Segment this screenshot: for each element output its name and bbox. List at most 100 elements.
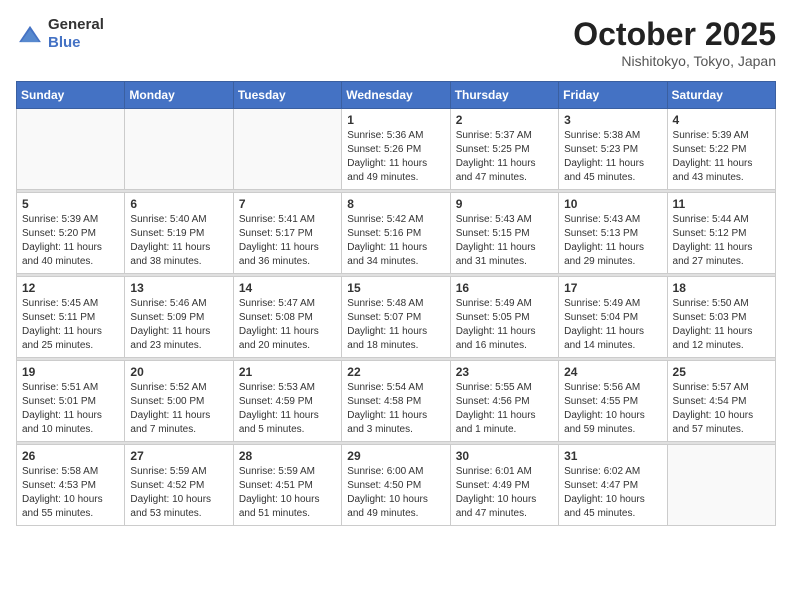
day-info: Sunrise: 5:51 AM Sunset: 5:01 PM Dayligh… (22, 381, 119, 437)
day-info: Sunrise: 5:38 AM Sunset: 5:23 PM Dayligh… (564, 129, 661, 185)
day-number: 16 (456, 281, 553, 295)
calendar: SundayMondayTuesdayWednesdayThursdayFrid… (16, 81, 776, 526)
calendar-cell: 4 Sunrise: 5:39 AM Sunset: 5:22 PM Daylig… (667, 109, 775, 190)
day-info: Sunrise: 5:39 AM Sunset: 5:20 PM Dayligh… (22, 213, 119, 269)
calendar-cell: 30 Sunrise: 6:01 AM Sunset: 4:49 PM Dayli… (450, 445, 558, 526)
day-number: 12 (22, 281, 119, 295)
day-info: Sunrise: 5:50 AM Sunset: 5:03 PM Dayligh… (673, 297, 770, 353)
day-info: Sunrise: 5:57 AM Sunset: 4:54 PM Dayligh… (673, 381, 770, 437)
day-number: 7 (239, 197, 336, 211)
day-info: Sunrise: 5:53 AM Sunset: 4:59 PM Dayligh… (239, 381, 336, 437)
calendar-week-row: 12Sunrise: 5:45 AM Sunset: 5:11 PM Dayli… (17, 277, 776, 358)
logo-text: General Blue (48, 16, 104, 52)
day-info: Sunrise: 5:49 AM Sunset: 5:05 PM Dayligh… (456, 297, 553, 353)
day-info: Sunrise: 5:37 AM Sunset: 5:25 PM Dayligh… (456, 129, 553, 185)
calendar-cell: 6 Sunrise: 5:40 AM Sunset: 5:19 PM Daylig… (125, 193, 233, 274)
calendar-cell: 1 Sunrise: 5:36 AM Sunset: 5:26 PM Daylig… (342, 109, 450, 190)
title-block: October 2025 Nishitokyo, Tokyo, Japan (573, 16, 776, 69)
calendar-cell: 27 Sunrise: 5:59 AM Sunset: 4:52 PM Dayli… (125, 445, 233, 526)
day-info: Sunrise: 5:49 AM Sunset: 5:04 PM Dayligh… (564, 297, 661, 353)
day-number: 30 (456, 449, 553, 463)
calendar-cell: 8 Sunrise: 5:42 AM Sunset: 5:16 PM Daylig… (342, 193, 450, 274)
calendar-cell: 11 Sunrise: 5:44 AM Sunset: 5:12 PM Dayli… (667, 193, 775, 274)
calendar-cell: 2 Sunrise: 5:37 AM Sunset: 5:25 PM Daylig… (450, 109, 558, 190)
calendar-cell: 29Sunrise: 6:00 AM Sunset: 4:50 PM Dayli… (342, 445, 450, 526)
day-number: 18 (673, 281, 770, 295)
location: Nishitokyo, Tokyo, Japan (573, 53, 776, 69)
day-info: Sunrise: 5:44 AM Sunset: 5:12 PM Dayligh… (673, 213, 770, 269)
page-header: General Blue October 2025 Nishitokyo, To… (16, 16, 776, 69)
day-number: 13 (130, 281, 227, 295)
day-info: Sunrise: 5:39 AM Sunset: 5:22 PM Dayligh… (673, 129, 770, 185)
day-number: 21 (239, 365, 336, 379)
day-number: 17 (564, 281, 661, 295)
calendar-cell: 18 Sunrise: 5:50 AM Sunset: 5:03 PM Dayli… (667, 277, 775, 358)
weekday-header: Sunday (17, 82, 125, 109)
day-info: Sunrise: 5:56 AM Sunset: 4:55 PM Dayligh… (564, 381, 661, 437)
day-info: Sunrise: 6:01 AM Sunset: 4:49 PM Dayligh… (456, 465, 553, 521)
weekday-header: Tuesday (233, 82, 341, 109)
day-number: 29 (347, 449, 444, 463)
day-info: Sunrise: 5:36 AM Sunset: 5:26 PM Dayligh… (347, 129, 444, 185)
calendar-week-row: 26Sunrise: 5:58 AM Sunset: 4:53 PM Dayli… (17, 445, 776, 526)
day-number: 31 (564, 449, 661, 463)
calendar-cell: 7 Sunrise: 5:41 AM Sunset: 5:17 PM Daylig… (233, 193, 341, 274)
day-info: Sunrise: 5:59 AM Sunset: 4:52 PM Dayligh… (130, 465, 227, 521)
day-number: 6 (130, 197, 227, 211)
logo-general: General (48, 16, 104, 33)
day-info: Sunrise: 5:41 AM Sunset: 5:17 PM Dayligh… (239, 213, 336, 269)
calendar-cell: 16 Sunrise: 5:49 AM Sunset: 5:05 PM Dayli… (450, 277, 558, 358)
calendar-cell: 22Sunrise: 5:54 AM Sunset: 4:58 PM Dayli… (342, 361, 450, 442)
logo-icon (16, 24, 44, 44)
day-number: 15 (347, 281, 444, 295)
day-info: Sunrise: 5:59 AM Sunset: 4:51 PM Dayligh… (239, 465, 336, 521)
day-number: 19 (22, 365, 119, 379)
calendar-week-row: 19 Sunrise: 5:51 AM Sunset: 5:01 PM Dayli… (17, 361, 776, 442)
day-info: Sunrise: 5:43 AM Sunset: 5:13 PM Dayligh… (564, 213, 661, 269)
calendar-cell: 21 Sunrise: 5:53 AM Sunset: 4:59 PM Dayli… (233, 361, 341, 442)
day-number: 28 (239, 449, 336, 463)
day-info: Sunrise: 5:40 AM Sunset: 5:19 PM Dayligh… (130, 213, 227, 269)
month-title: October 2025 (573, 16, 776, 53)
calendar-cell: 17 Sunrise: 5:49 AM Sunset: 5:04 PM Dayli… (559, 277, 667, 358)
logo: General Blue (16, 16, 104, 52)
day-number: 26 (22, 449, 119, 463)
day-info: Sunrise: 5:52 AM Sunset: 5:00 PM Dayligh… (130, 381, 227, 437)
calendar-cell: 24 Sunrise: 5:56 AM Sunset: 4:55 PM Dayli… (559, 361, 667, 442)
day-number: 4 (673, 113, 770, 127)
calendar-cell: 14 Sunrise: 5:47 AM Sunset: 5:08 PM Dayli… (233, 277, 341, 358)
calendar-cell: 3 Sunrise: 5:38 AM Sunset: 5:23 PM Daylig… (559, 109, 667, 190)
day-number: 8 (347, 197, 444, 211)
weekday-header: Monday (125, 82, 233, 109)
weekday-header: Saturday (667, 82, 775, 109)
day-number: 5 (22, 197, 119, 211)
calendar-cell: 9Sunrise: 5:43 AM Sunset: 5:15 PM Daylig… (450, 193, 558, 274)
calendar-cell: 19 Sunrise: 5:51 AM Sunset: 5:01 PM Dayli… (17, 361, 125, 442)
calendar-cell (17, 109, 125, 190)
day-number: 2 (456, 113, 553, 127)
calendar-cell: 31 Sunrise: 6:02 AM Sunset: 4:47 PM Dayli… (559, 445, 667, 526)
day-number: 10 (564, 197, 661, 211)
weekday-header: Thursday (450, 82, 558, 109)
day-info: Sunrise: 5:47 AM Sunset: 5:08 PM Dayligh… (239, 297, 336, 353)
day-info: Sunrise: 5:46 AM Sunset: 5:09 PM Dayligh… (130, 297, 227, 353)
logo-blue: Blue (48, 34, 81, 51)
day-number: 11 (673, 197, 770, 211)
calendar-cell: 10 Sunrise: 5:43 AM Sunset: 5:13 PM Dayli… (559, 193, 667, 274)
day-number: 23 (456, 365, 553, 379)
calendar-cell (125, 109, 233, 190)
day-number: 1 (347, 113, 444, 127)
calendar-cell: 25Sunrise: 5:57 AM Sunset: 4:54 PM Dayli… (667, 361, 775, 442)
calendar-cell: 23 Sunrise: 5:55 AM Sunset: 4:56 PM Dayli… (450, 361, 558, 442)
day-info: Sunrise: 5:43 AM Sunset: 5:15 PM Dayligh… (456, 213, 553, 269)
day-info: Sunrise: 5:55 AM Sunset: 4:56 PM Dayligh… (456, 381, 553, 437)
day-info: Sunrise: 6:02 AM Sunset: 4:47 PM Dayligh… (564, 465, 661, 521)
day-number: 27 (130, 449, 227, 463)
calendar-cell: 28 Sunrise: 5:59 AM Sunset: 4:51 PM Dayli… (233, 445, 341, 526)
day-number: 24 (564, 365, 661, 379)
day-number: 3 (564, 113, 661, 127)
day-info: Sunrise: 5:42 AM Sunset: 5:16 PM Dayligh… (347, 213, 444, 269)
day-number: 14 (239, 281, 336, 295)
day-info: Sunrise: 5:54 AM Sunset: 4:58 PM Dayligh… (347, 381, 444, 437)
calendar-cell: 26Sunrise: 5:58 AM Sunset: 4:53 PM Dayli… (17, 445, 125, 526)
